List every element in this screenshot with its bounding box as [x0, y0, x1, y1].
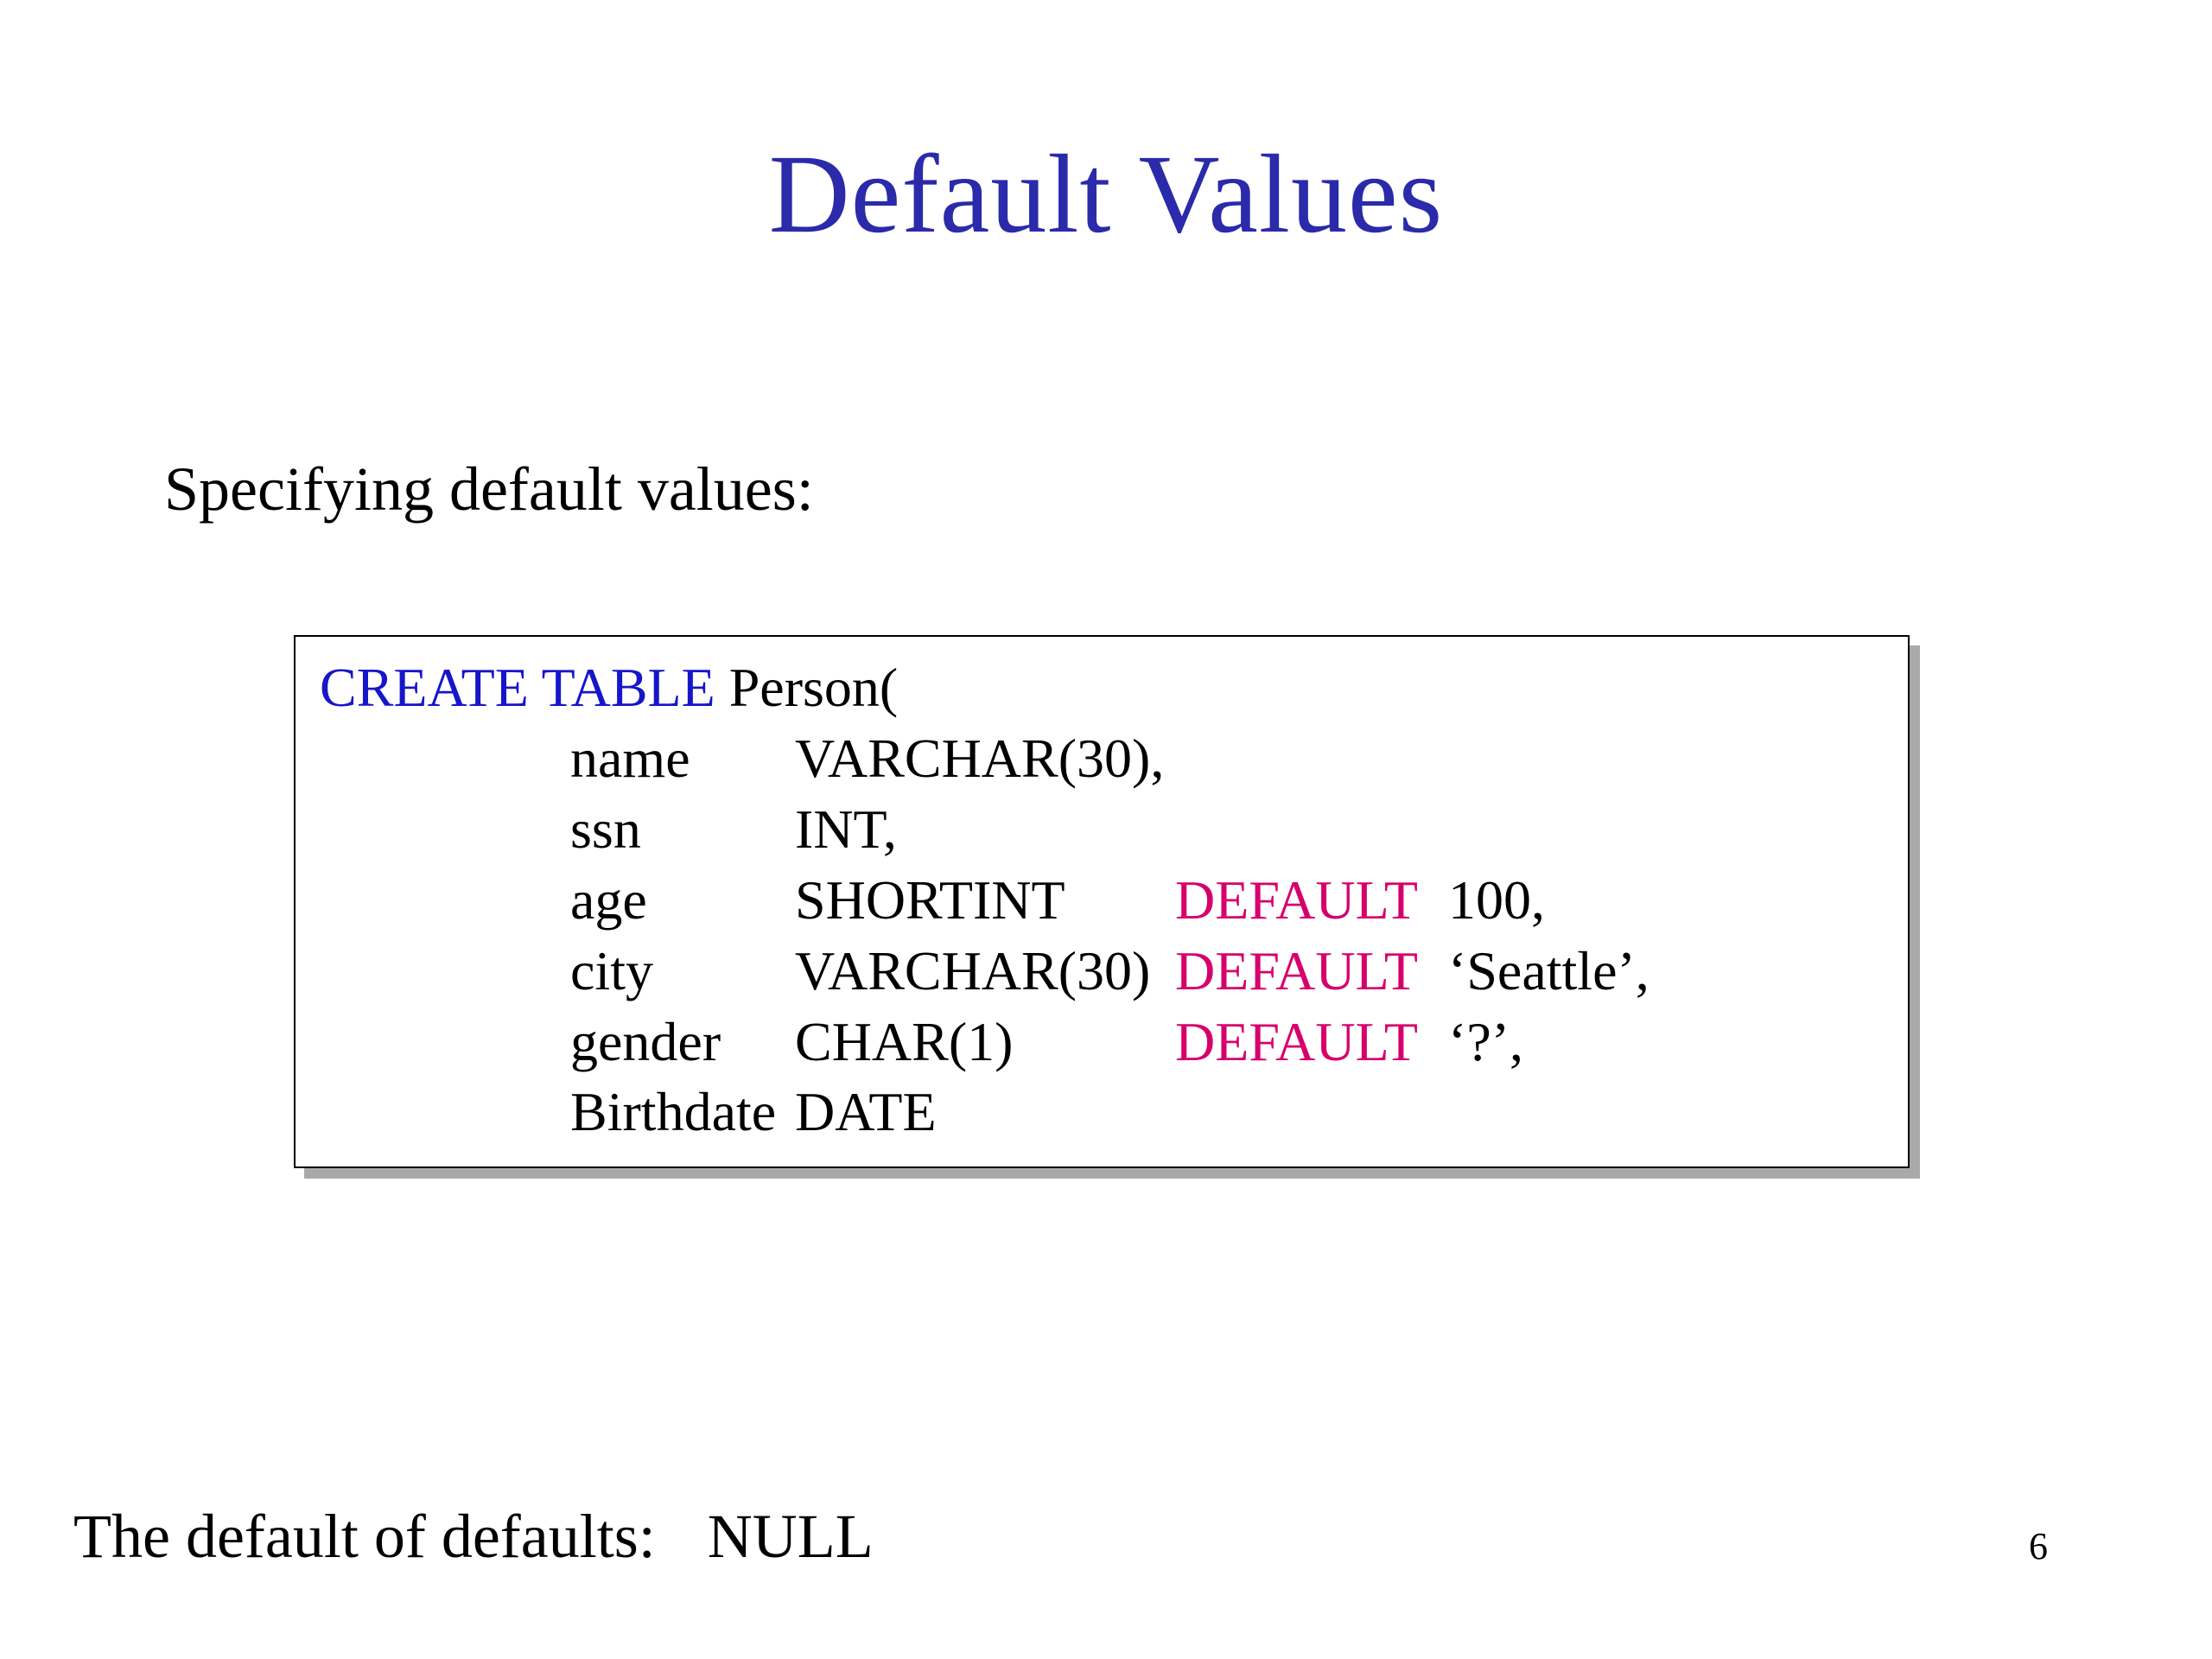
code-line-name: nameVARCHAR(30),	[320, 723, 1884, 794]
footer-text: The default of defaults: NULL	[73, 1501, 874, 1573]
col-type: CHAR(1)	[795, 1007, 1175, 1077]
subheading: Specifying default values:	[164, 454, 814, 525]
footer-label: The default of defaults:	[73, 1502, 656, 1571]
slide-title: Default Values	[0, 130, 2212, 259]
col-type: INT,	[795, 794, 1175, 865]
col-name: gender	[570, 1007, 795, 1077]
default-keyword: DEFAULT	[1175, 865, 1434, 936]
code-line-create: CREATE TABLE Person(	[320, 652, 1884, 723]
col-type: DATE	[795, 1077, 1175, 1147]
create-table-keyword: CREATE TABLE	[320, 657, 715, 718]
default-value: ‘?’,	[1434, 1011, 1523, 1072]
col-type: VARCHAR(30)	[795, 936, 1175, 1007]
page-number: 6	[2029, 1524, 2048, 1568]
code-line-city: cityVARCHAR(30)DEFAULT ‘Seattle’,	[320, 936, 1884, 1007]
code-line-gender: genderCHAR(1)DEFAULT ‘?’,	[320, 1007, 1884, 1077]
slide: Default Values Specifying default values…	[0, 0, 2212, 1659]
col-name: Birthdate	[570, 1077, 795, 1147]
footer-value: NULL	[708, 1502, 874, 1571]
code-line-age: ageSHORTINTDEFAULT 100,	[320, 865, 1884, 936]
default-keyword: DEFAULT	[1175, 1007, 1434, 1077]
col-name: ssn	[570, 794, 795, 865]
code-line-ssn: ssnINT,	[320, 794, 1884, 865]
col-name: age	[570, 865, 795, 936]
default-value: ‘Seattle’,	[1434, 940, 1649, 1001]
code-box: CREATE TABLE Person( nameVARCHAR(30), ss…	[294, 635, 1910, 1168]
col-type: SHORTINT	[795, 865, 1175, 936]
col-name: name	[570, 723, 795, 794]
col-type: VARCHAR(30),	[795, 723, 1175, 794]
col-name: city	[570, 936, 795, 1007]
code-box-inner: CREATE TABLE Person( nameVARCHAR(30), ss…	[294, 635, 1910, 1168]
code-line-birthdate: BirthdateDATE	[320, 1077, 1884, 1147]
default-value: 100,	[1434, 869, 1545, 931]
default-keyword: DEFAULT	[1175, 936, 1434, 1007]
table-name: Person(	[715, 657, 899, 718]
